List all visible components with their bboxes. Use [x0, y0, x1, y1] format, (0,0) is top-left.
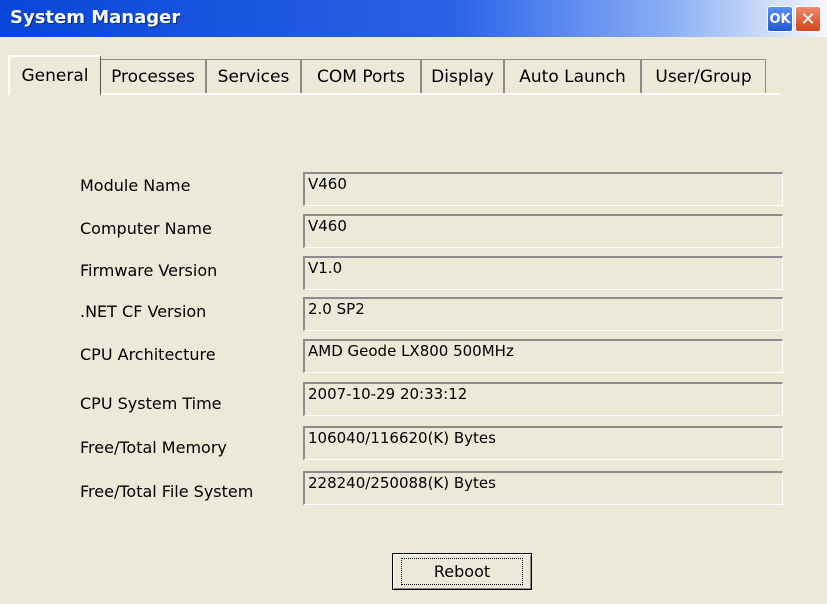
- close-button[interactable]: ✕: [795, 6, 821, 32]
- tab-processes[interactable]: Processes: [100, 59, 206, 93]
- cpu-architecture-label: CPU Architecture: [80, 345, 216, 364]
- free-total-memory-field: 106040/116620(K) Bytes: [303, 426, 783, 460]
- close-icon: ✕: [800, 8, 816, 30]
- free-total-file-system-label: Free/Total File System: [80, 482, 254, 501]
- tab-auto-launch[interactable]: Auto Launch: [504, 59, 641, 93]
- module-name-label: Module Name: [80, 176, 191, 195]
- tab-com-ports[interactable]: COM Ports: [301, 59, 421, 93]
- tab-general[interactable]: General: [8, 55, 101, 95]
- tab-display[interactable]: Display: [421, 59, 504, 93]
- net-cf-version-field: 2.0 SP2: [303, 297, 783, 331]
- free-total-file-system-field: 228240/250088(K) Bytes: [303, 471, 783, 505]
- tab-user-group[interactable]: User/Group: [641, 59, 766, 93]
- free-total-memory-label: Free/Total Memory: [80, 438, 227, 457]
- computer-name-field: V460: [303, 214, 783, 248]
- tab-services[interactable]: Services: [206, 59, 301, 93]
- net-cf-version-label: .NET CF Version: [80, 302, 207, 321]
- reboot-button-label: Reboot: [400, 558, 524, 585]
- tab-strip: General Processes Services COM Ports Dis…: [0, 55, 827, 95]
- cpu-system-time-field: 2007-10-29 20:33:12: [303, 382, 783, 416]
- reboot-button[interactable]: Reboot: [392, 553, 532, 590]
- ok-button[interactable]: OK: [767, 6, 793, 32]
- title-bar: System Manager OK ✕: [0, 0, 827, 37]
- tab-panel-edge: [100, 93, 780, 95]
- cpu-architecture-field: AMD Geode LX800 500MHz: [303, 339, 783, 373]
- firmware-version-field: V1.0: [303, 256, 783, 290]
- cpu-system-time-label: CPU System Time: [80, 394, 222, 413]
- firmware-version-label: Firmware Version: [80, 261, 218, 280]
- window-title: System Manager: [10, 7, 181, 28]
- computer-name-label: Computer Name: [80, 219, 212, 238]
- module-name-field: V460: [303, 172, 783, 206]
